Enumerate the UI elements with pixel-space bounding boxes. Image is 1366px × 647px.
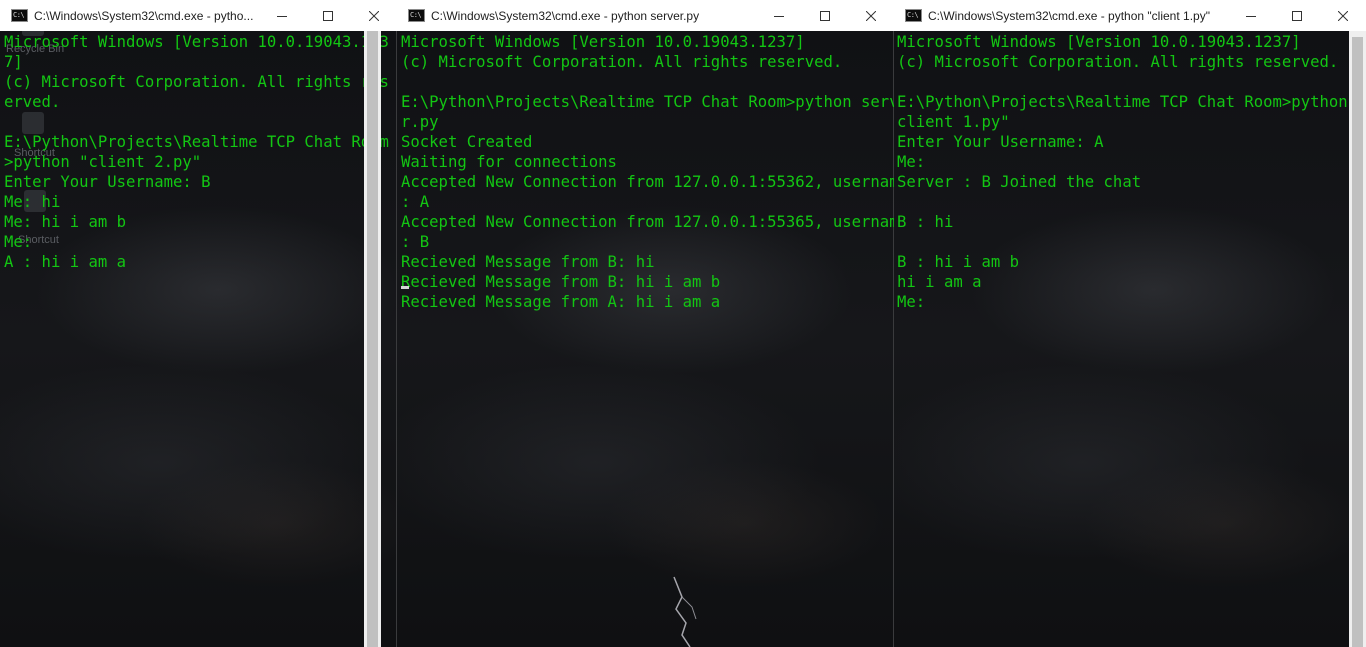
maximize-icon [1292, 10, 1302, 21]
console-line: B : hi i am b [897, 253, 1020, 271]
close-button[interactable] [1320, 0, 1366, 31]
minimize-button[interactable] [756, 0, 802, 31]
console-line: E:\Python\Projects\Realtime TCP Chat Roo… [4, 133, 389, 151]
maximize-button[interactable] [1274, 0, 1320, 31]
text-cursor [401, 286, 409, 289]
console-line: Me: [897, 153, 926, 171]
console-line: Me: [4, 233, 33, 251]
console-window-server[interactable]: C:\ C:\Windows\System32\cmd.exe - python… [397, 0, 894, 647]
console-line: 7] [4, 53, 23, 71]
console-line: Me: hi [4, 193, 61, 211]
console-line: Enter Your Username: B [4, 173, 211, 191]
console-line: Recieved Message from B: hi i am b [401, 273, 721, 291]
minimize-icon [774, 15, 784, 17]
console-output[interactable]: Microsoft Windows [Version 10.0.19043.12… [401, 32, 894, 312]
cmd-console-icon: C:\ [11, 9, 28, 22]
console-line: Accepted New Connection from 127.0.0.1:5… [401, 173, 894, 191]
console-line: r.py [401, 113, 439, 131]
console-output[interactable]: Microsoft Windows [Version 10.0.19043.12… [4, 32, 389, 272]
console-line: : A [401, 193, 430, 211]
window-title: C:\Windows\System32\cmd.exe - python ser… [431, 8, 700, 23]
console-line: >python "client 2.py" [4, 153, 202, 171]
console-line: Server : B Joined the chat [897, 173, 1142, 191]
console-line: erved. [4, 93, 61, 111]
console-line: E:\Python\Projects\Realtime TCP Chat Roo… [401, 93, 894, 111]
titlebar[interactable]: C:\ C:\Windows\System32\cmd.exe - python… [894, 0, 1366, 31]
titlebar[interactable]: C:\ C:\Windows\System32\cmd.exe - pytho.… [0, 0, 397, 31]
maximize-icon [323, 10, 333, 21]
maximize-icon [820, 10, 830, 21]
titlebar[interactable]: C:\ C:\Windows\System32\cmd.exe - python… [397, 0, 894, 31]
window-title: C:\Windows\System32\cmd.exe - python "cl… [928, 8, 1210, 23]
console-line: Recieved Message from B: hi [401, 253, 655, 271]
close-icon [369, 10, 379, 21]
lightning-bolt-decoration [673, 576, 697, 647]
scrollbar-thumb[interactable] [1352, 37, 1363, 647]
console-line: Enter Your Username: A [897, 133, 1104, 151]
close-button[interactable] [351, 0, 397, 31]
console-line: A : hi i am a [4, 253, 127, 271]
console-line: (c) Microsoft Corporation. All rights re… [4, 73, 389, 91]
console-window-client2[interactable]: C:\ C:\Windows\System32\cmd.exe - pytho.… [0, 0, 397, 647]
cmd-console-icon: C:\ [408, 9, 425, 22]
console-line: (c) Microsoft Corporation. All rights re… [897, 53, 1339, 71]
console-line: Socket Created [401, 133, 533, 151]
minimize-icon [277, 15, 287, 17]
console-line: Me: [897, 293, 926, 311]
console-line: E:\Python\Projects\Realtime TCP Chat Roo… [897, 93, 1366, 111]
vertical-scrollbar[interactable] [364, 31, 381, 647]
console-line: Microsoft Windows [Version 10.0.19043.12… [401, 33, 805, 51]
minimize-icon [1246, 15, 1256, 17]
console-line: B : hi [897, 213, 954, 231]
minimize-button[interactable] [259, 0, 305, 31]
console-line: Microsoft Windows [Version 10.0.19043.12… [4, 33, 389, 51]
console-line: Accepted New Connection from 127.0.0.1:5… [401, 213, 894, 231]
scrollbar-thumb[interactable] [367, 31, 378, 647]
console-output[interactable]: Microsoft Windows [Version 10.0.19043.12… [897, 32, 1366, 312]
close-icon [1338, 10, 1348, 21]
vertical-scrollbar[interactable] [1349, 31, 1366, 647]
console-line: Microsoft Windows [Version 10.0.19043.12… [897, 33, 1301, 51]
console-line: Me: hi i am b [4, 213, 127, 231]
console-line: client 1.py" [897, 113, 1010, 131]
console-line: Recieved Message from A: hi i am a [401, 293, 721, 311]
minimize-button[interactable] [1228, 0, 1274, 31]
close-icon [866, 10, 876, 21]
maximize-button[interactable] [802, 0, 848, 31]
console-line: : B [401, 233, 430, 251]
close-button[interactable] [848, 0, 894, 31]
console-line: (c) Microsoft Corporation. All rights re… [401, 53, 843, 71]
cmd-console-icon: C:\ [905, 9, 922, 22]
console-line: Waiting for connections [401, 153, 617, 171]
maximize-button[interactable] [305, 0, 351, 31]
console-line: hi i am a [897, 273, 982, 291]
console-window-client1[interactable]: C:\ C:\Windows\System32\cmd.exe - python… [894, 0, 1366, 647]
window-title: C:\Windows\System32\cmd.exe - pytho... [34, 8, 254, 23]
